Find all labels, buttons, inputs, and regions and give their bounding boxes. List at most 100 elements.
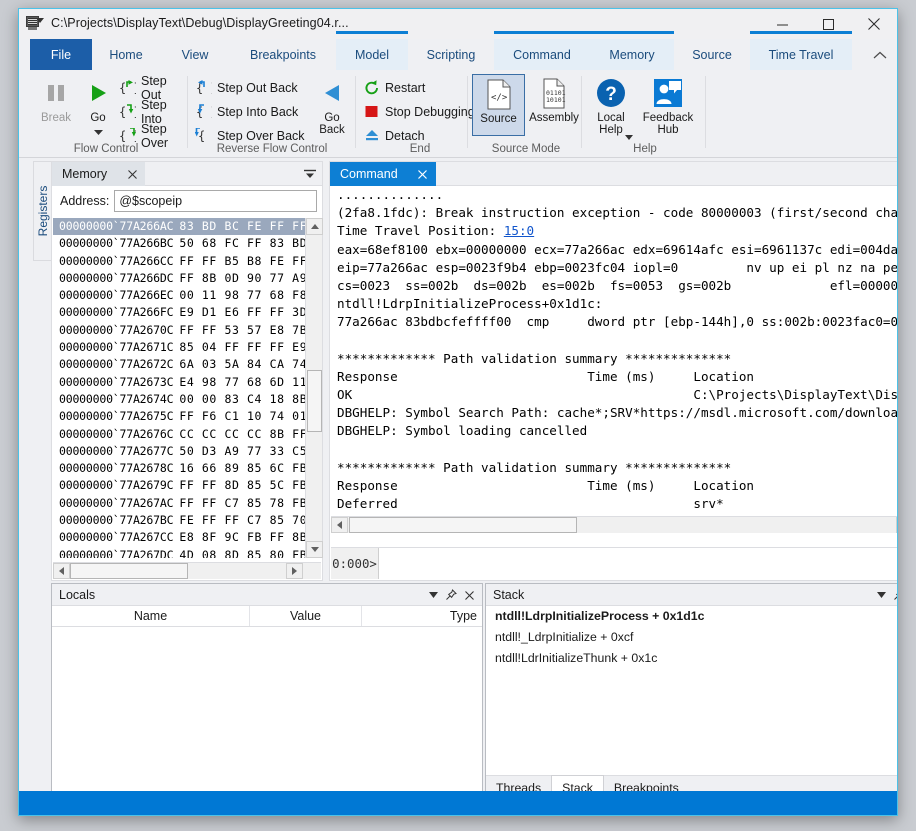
- stack-frame-item[interactable]: ntdll!LdrInitializeThunk + 0x1c: [486, 648, 898, 669]
- step-out-button[interactable]: { } Step Out: [117, 77, 187, 98]
- memory-row[interactable]: 00000000`77A2671C85 04 FF FF FF E9: [53, 339, 306, 356]
- chevron-down-icon[interactable]: [872, 586, 890, 604]
- memory-row-address: 00000000`77A2676C: [59, 427, 173, 441]
- memory-row[interactable]: 00000000`77A2677C50 D3 A9 77 33 C5: [53, 443, 306, 460]
- go-back-button[interactable]: Go Back: [309, 74, 355, 136]
- memory-row[interactable]: 00000000`77A267CCE8 8F 9C FB FF 8B: [53, 529, 306, 546]
- command-output-line: DBGHELP: Symbol loading cancelled: [337, 422, 898, 440]
- memory-row[interactable]: 00000000`77A267ACFF FF C7 85 78 FB: [53, 495, 306, 512]
- memory-horizontal-scrollbar[interactable]: [53, 562, 321, 579]
- svg-text:{ }: { }: [198, 129, 212, 143]
- break-button[interactable]: Break: [33, 74, 79, 124]
- memory-row[interactable]: 00000000`77A2678C16 66 89 85 6C FB: [53, 460, 306, 477]
- stack-frame-item[interactable]: ntdll!LdrpInitializeProcess + 0x1d1c: [486, 606, 898, 627]
- ribbon-tab-memory[interactable]: Memory: [590, 39, 674, 70]
- memory-row[interactable]: 00000000`77A2679CFF FF 8D 85 5C FB: [53, 477, 306, 494]
- close-icon[interactable]: [416, 167, 430, 181]
- step-into-back-button[interactable]: { } Step Into Back: [193, 101, 302, 122]
- command-output-line: 77a266ac 83bdbcfeffff00 cmp dword ptr [e…: [337, 313, 898, 331]
- quick-access-dropdown-icon[interactable]: [36, 18, 44, 23]
- memory-row[interactable]: 00000000`77A2676CCC CC CC CC 8B FF: [53, 426, 306, 443]
- command-output[interactable]: ..............(2fa8.1fdc): Break instruc…: [331, 186, 898, 533]
- ribbon-tab-breakpoints[interactable]: Breakpoints: [230, 39, 336, 70]
- tab-memory[interactable]: Memory: [52, 162, 145, 186]
- memory-row[interactable]: 00000000`77A2674C00 00 83 C4 18 8B: [53, 391, 306, 408]
- memory-scroll-down-button[interactable]: [306, 541, 323, 558]
- close-icon[interactable]: [125, 167, 139, 181]
- memory-row-bytes: FF 8B 0D 90 77 A9: [179, 271, 306, 285]
- ribbon-tab-file-label: File: [51, 48, 71, 62]
- ribbon-body: Break Go { } Step Out { }: [19, 70, 897, 158]
- restart-button[interactable]: Restart: [361, 77, 429, 98]
- memory-row[interactable]: 00000000`77A266FCE9 D1 E6 FF FF 3D: [53, 304, 306, 321]
- memory-address-input[interactable]: [114, 190, 317, 212]
- ribbon-tab-home[interactable]: Home: [92, 39, 160, 70]
- memory-vertical-scrollbar[interactable]: [305, 218, 322, 558]
- source-mode-assembly-button[interactable]: 01101 10101 Assembly: [526, 74, 582, 124]
- memory-row[interactable]: 00000000`77A266CCFF FF B5 B8 FE FF: [53, 253, 306, 270]
- memory-row[interactable]: 00000000`77A267BCFE FF FF C7 85 70: [53, 512, 306, 529]
- panel-menu-icon[interactable]: [302, 166, 318, 182]
- chevron-up-icon[interactable]: [869, 45, 891, 65]
- pin-icon[interactable]: [442, 586, 460, 604]
- step-into-button[interactable]: { } Step Into: [117, 101, 187, 122]
- feedback-hub-label: Feedback Hub: [643, 112, 694, 136]
- command-scroll-right-button[interactable]: [896, 517, 898, 533]
- memory-row[interactable]: 00000000`77A2675CFF F6 C1 10 74 01: [53, 408, 306, 425]
- memory-row[interactable]: 00000000`77A2673CE4 98 77 68 6D 11: [53, 374, 306, 391]
- stack-panel: Stack ntdll!LdrpInitializeProcess + 0x1d…: [485, 583, 898, 801]
- pin-icon[interactable]: [890, 586, 898, 604]
- command-horizontal-scrollbar[interactable]: [331, 516, 898, 533]
- chevron-down-icon[interactable]: [424, 586, 442, 604]
- locals-grid-header: Name Value Type: [52, 606, 482, 627]
- command-output-line: cs=0023 ss=002b ds=002b es=002b fs=0053 …: [337, 277, 898, 295]
- memory-hex-view[interactable]: 00000000`77A266AC83 BD BC FE FF FF000000…: [53, 218, 306, 558]
- memory-row[interactable]: 00000000`77A266BC50 68 FC FF 83 BD: [53, 235, 306, 252]
- ribbon-tab-command[interactable]: Command: [494, 39, 590, 70]
- sidebar-item-registers[interactable]: Registers: [33, 161, 51, 261]
- tab-command[interactable]: Command: [330, 162, 436, 186]
- stop-debugging-button[interactable]: Stop Debugging: [361, 101, 479, 122]
- locals-col-type[interactable]: Type: [362, 606, 482, 626]
- command-scroll-left-button[interactable]: [331, 517, 348, 533]
- go-dropdown-icon[interactable]: [94, 126, 103, 138]
- pause-icon: [45, 74, 67, 112]
- ribbon-tab-model[interactable]: Model: [336, 39, 408, 70]
- locals-col-value[interactable]: Value: [250, 606, 362, 626]
- memory-row[interactable]: 00000000`77A266AC83 BD BC FE FF FF: [53, 218, 306, 235]
- memory-scrollbar-thumb[interactable]: [307, 370, 322, 432]
- source-mode-source-button[interactable]: </> Source: [472, 74, 525, 136]
- stack-frame-list[interactable]: ntdll!LdrpInitializeProcess + 0x1d1cntdl…: [486, 606, 898, 774]
- ribbon-tab-strip: File Home View Breakpoints Model Scripti…: [19, 39, 897, 70]
- memory-scroll-left-button[interactable]: [53, 563, 70, 579]
- memory-scroll-right-button[interactable]: [286, 563, 303, 579]
- memory-row[interactable]: 00000000`77A2670CFF FF 53 57 E8 7B: [53, 322, 306, 339]
- ribbon-tab-scripting[interactable]: Scripting: [408, 39, 494, 70]
- command-output-line: eax=68ef8100 ebx=00000000 ecx=77a266ac e…: [337, 241, 898, 259]
- memory-row[interactable]: 00000000`77A266DCFF 8B 0D 90 77 A9: [53, 270, 306, 287]
- stack-frame-item[interactable]: ntdll!_LdrpInitialize + 0xcf: [486, 627, 898, 648]
- command-hscrollbar-thumb[interactable]: [349, 517, 577, 533]
- go-button[interactable]: Go: [75, 74, 121, 138]
- feedback-hub-button[interactable]: Feedback Hub: [638, 74, 698, 136]
- ribbon-tab-time-travel[interactable]: Time Travel: [750, 39, 852, 70]
- ribbon-tab-file[interactable]: File: [30, 39, 92, 70]
- locals-grid-body[interactable]: [52, 627, 482, 800]
- command-input[interactable]: [379, 548, 898, 579]
- maximize-button[interactable]: [805, 9, 851, 39]
- memory-row[interactable]: 00000000`77A266EC00 11 98 77 68 F8: [53, 287, 306, 304]
- ribbon-tab-source[interactable]: Source: [674, 39, 750, 70]
- locals-col-name[interactable]: Name: [52, 606, 250, 626]
- close-button[interactable]: [851, 9, 897, 39]
- step-out-back-button[interactable]: { } Step Out Back: [193, 77, 302, 98]
- memory-row-address: 00000000`77A267CC: [59, 530, 173, 544]
- memory-scroll-up-button[interactable]: [306, 218, 323, 235]
- time-travel-position-link[interactable]: 15:0: [504, 223, 534, 238]
- memory-row[interactable]: 00000000`77A267DC4D 08 8D 85 80 FB: [53, 547, 306, 558]
- minimize-button[interactable]: [759, 9, 805, 39]
- command-output-line: (2fa8.1fdc): Break instruction exception…: [337, 204, 898, 222]
- memory-row[interactable]: 00000000`77A2672C6A 03 5A 84 CA 74: [53, 356, 306, 373]
- ribbon-tab-view[interactable]: View: [160, 39, 230, 70]
- close-icon[interactable]: [460, 586, 478, 604]
- memory-hscrollbar-thumb[interactable]: [70, 563, 188, 579]
